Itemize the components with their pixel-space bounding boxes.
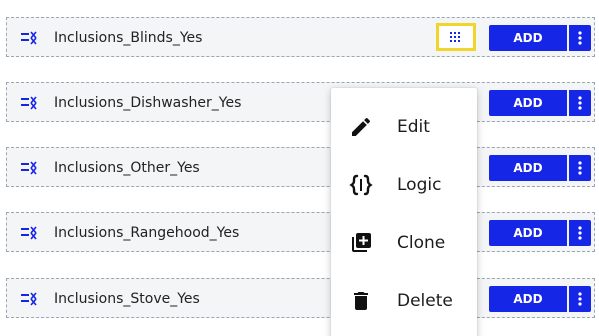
pencil-icon — [352, 117, 371, 136]
list-item-row[interactable]: Inclusions_Stove_Yes ADD — [6, 278, 595, 318]
clone-icon — [352, 233, 371, 252]
row-label: Inclusions_Blinds_Yes — [54, 30, 203, 46]
trash-icon — [354, 292, 368, 310]
app-canvas: Inclusions_Blinds_Yes ADD Inclusions_Dis… — [0, 0, 599, 336]
menu-item-edit[interactable]: Edit — [331, 98, 477, 156]
list-item-row[interactable]: Inclusions_Dishwasher_Yes ADD — [6, 82, 595, 122]
list-item-row[interactable]: Inclusions_Other_Yes ADD — [6, 147, 595, 187]
add-button[interactable]: ADD — [489, 25, 567, 51]
list-item-row[interactable]: Inclusions_Rangehood_Yes ADD — [6, 212, 595, 252]
more-vert-icon — [578, 31, 582, 45]
add-button[interactable]: ADD — [489, 286, 567, 312]
add-button[interactable]: ADD — [489, 155, 567, 181]
more-vert-icon — [578, 96, 582, 110]
grid-icon — [450, 32, 460, 42]
more-options-button[interactable] — [569, 286, 591, 312]
more-options-button[interactable] — [569, 90, 591, 116]
more-options-button[interactable] — [569, 220, 591, 246]
field-type-icon — [21, 161, 37, 175]
more-vert-icon — [578, 161, 582, 175]
menu-item-logic[interactable]: Logic — [331, 156, 477, 214]
row-label: Inclusions_Stove_Yes — [54, 291, 200, 307]
more-vert-icon — [578, 226, 582, 240]
menu-item-label: Delete — [397, 291, 453, 311]
list-item-row[interactable]: Inclusions_Blinds_Yes ADD — [6, 17, 595, 57]
row-label: Inclusions_Other_Yes — [54, 160, 200, 176]
field-type-icon — [21, 96, 37, 110]
more-vert-icon — [578, 292, 582, 306]
row-label: Inclusions_Dishwasher_Yes — [54, 95, 242, 111]
context-menu: Edit Logic Clone Delete — [331, 88, 477, 336]
more-options-button[interactable] — [569, 155, 591, 181]
menu-item-label: Edit — [397, 117, 430, 137]
menu-item-label: Clone — [397, 233, 446, 253]
add-button[interactable]: ADD — [489, 220, 567, 246]
field-type-icon — [21, 226, 37, 240]
field-type-icon — [21, 292, 37, 306]
braces-icon — [349, 174, 373, 196]
more-options-button[interactable] — [569, 25, 591, 51]
drag-handle-button[interactable] — [436, 23, 476, 51]
menu-item-clone[interactable]: Clone — [331, 214, 477, 272]
menu-item-label: Logic — [397, 175, 442, 195]
row-label: Inclusions_Rangehood_Yes — [54, 225, 240, 241]
add-button[interactable]: ADD — [489, 90, 567, 116]
menu-item-delete[interactable]: Delete — [331, 272, 477, 330]
field-type-icon — [21, 31, 37, 45]
